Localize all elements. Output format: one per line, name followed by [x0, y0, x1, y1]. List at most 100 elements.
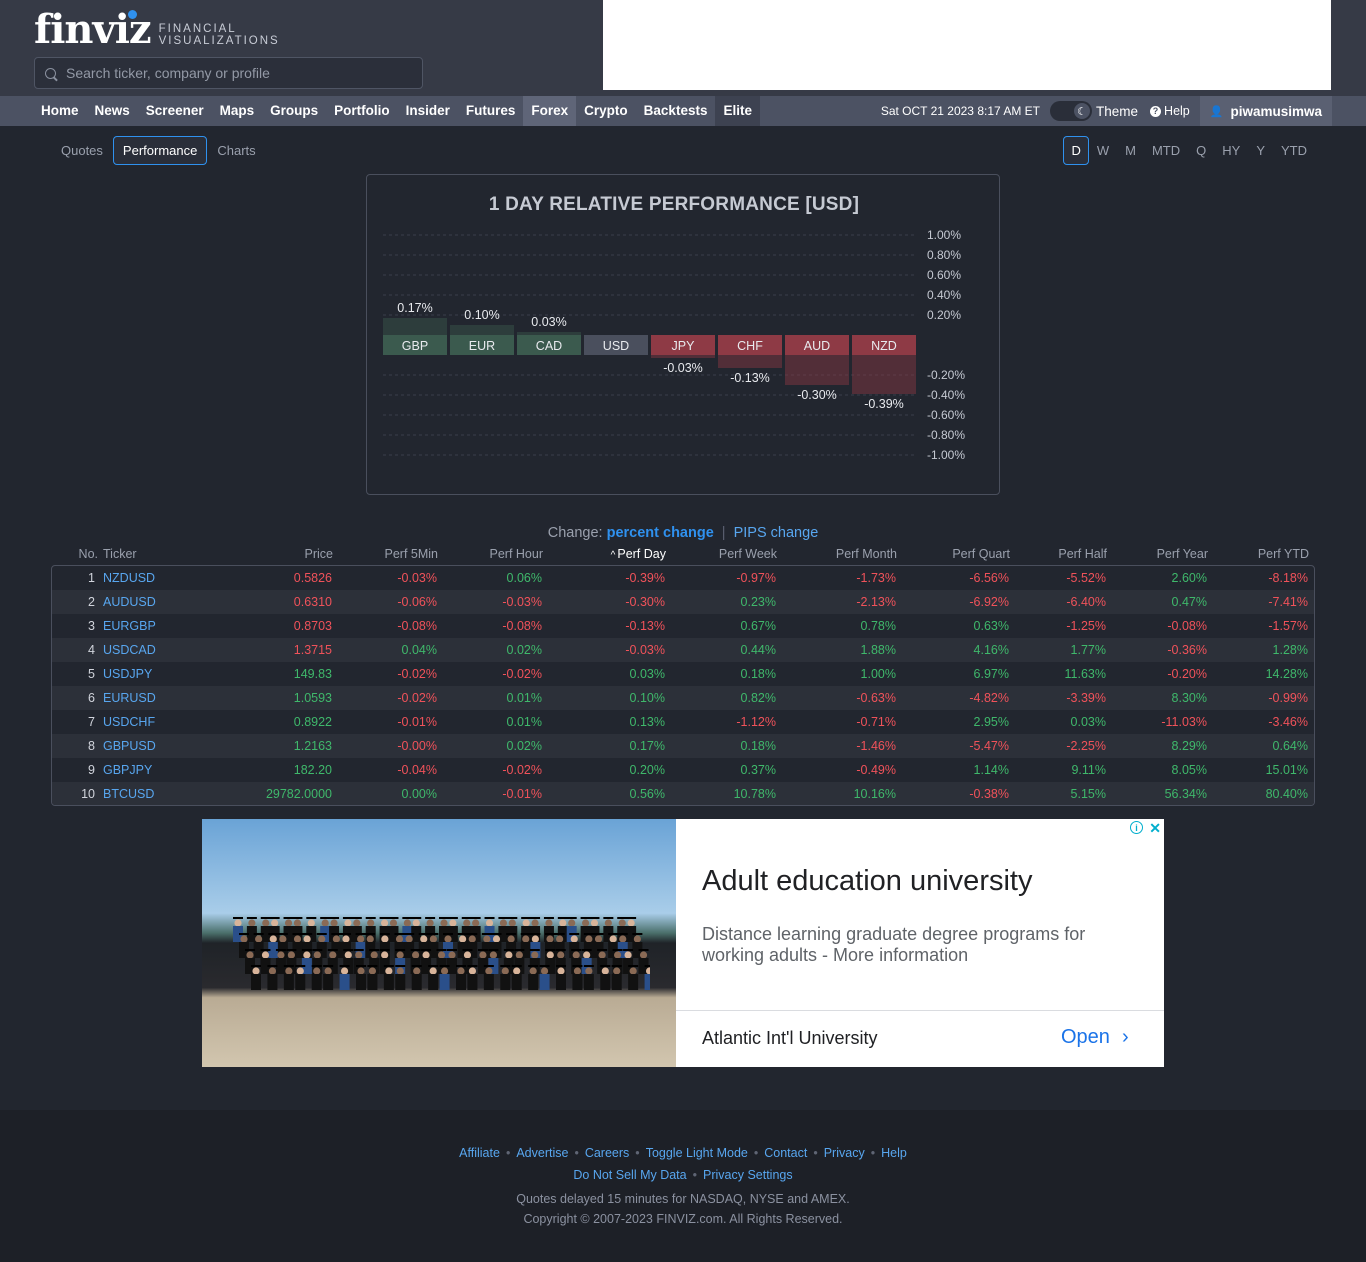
cell-price: 0.6310: [293, 595, 332, 609]
cell-pd: 0.13%: [629, 715, 665, 729]
graduate-head: [546, 951, 554, 959]
nav-item-futures[interactable]: Futures: [458, 96, 524, 126]
graduate-cap: [581, 949, 592, 951]
period-q[interactable]: Q: [1188, 136, 1214, 165]
percent-change-option[interactable]: percent change: [607, 525, 714, 541]
nav-item-groups[interactable]: Groups: [262, 96, 326, 126]
table-row[interactable]: 4 USDCAD 1.3715 0.04% 0.02% -0.03% 0.44% 1.88% 4…: [52, 638, 1314, 662]
period-m[interactable]: M: [1117, 136, 1144, 165]
column-header-perf-week[interactable]: Perf Week: [719, 547, 777, 561]
column-header-perf-half[interactable]: Perf Half: [1058, 547, 1107, 561]
ticker-link[interactable]: EURGBP: [103, 614, 156, 638]
search-input[interactable]: [66, 65, 396, 81]
column-header-perf-ytd[interactable]: Perf YTD: [1258, 547, 1309, 561]
period-d[interactable]: D: [1063, 136, 1089, 165]
column-header-no[interactable]: No.: [79, 547, 98, 561]
finviz-logo[interactable]: finviz FINANCIAL VISUALIZATIONS: [34, 6, 280, 53]
ticker-link[interactable]: NZDUSD: [103, 566, 155, 590]
nav-item-elite[interactable]: Elite: [715, 96, 760, 126]
graduate-cap: [456, 965, 466, 967]
period-ytd[interactable]: YTD: [1273, 136, 1315, 165]
footer-link-help[interactable]: Help: [881, 1146, 907, 1160]
nav-item-home[interactable]: Home: [33, 96, 87, 126]
period-y[interactable]: Y: [1248, 136, 1273, 165]
tab-quotes[interactable]: Quotes: [51, 136, 113, 165]
graduate-cap: [506, 933, 517, 935]
column-header-perf-month[interactable]: Perf Month: [836, 547, 897, 561]
column-header-price[interactable]: Price: [305, 547, 333, 561]
pips-change-option[interactable]: PIPS change: [734, 525, 819, 541]
graduate-head: [340, 967, 349, 975]
tab-performance[interactable]: Performance: [112, 136, 208, 165]
period-mtd[interactable]: MTD: [1144, 136, 1188, 165]
user-menu[interactable]: 👤 piwamusimwa: [1199, 96, 1332, 126]
table-row[interactable]: 5 USDJPY 149.83 -0.02% -0.02% 0.03% 0.18% 1.00%…: [52, 662, 1314, 686]
graduate-cap: [379, 917, 390, 919]
ticker-link[interactable]: USDJPY: [103, 662, 152, 686]
help-link[interactable]: ? Help: [1150, 104, 1190, 118]
footer-link-contact[interactable]: Contact: [764, 1146, 807, 1160]
cell-pw: 0.82%: [740, 691, 776, 705]
ad-photo-graduates[interactable]: [202, 819, 676, 1067]
graduate-cap: [402, 917, 413, 919]
footer-link-affiliate[interactable]: Affiliate: [459, 1146, 500, 1160]
table-row[interactable]: 6 EURUSD 1.0593 -0.02% 0.01% 0.10% 0.82% -0.63%…: [52, 686, 1314, 710]
graduate-head: [381, 935, 389, 943]
table-row[interactable]: 1 NZDUSD 0.5826 -0.03% 0.06% -0.39% -0.97% -1.7…: [52, 566, 1314, 590]
footer-link-privacy-settings[interactable]: Privacy Settings: [703, 1168, 793, 1182]
footer-link-toggle-light-mode[interactable]: Toggle Light Mode: [646, 1146, 748, 1160]
nav-item-portfolio[interactable]: Portfolio: [326, 96, 398, 126]
theme-label[interactable]: Theme: [1096, 104, 1138, 119]
graduate-cap: [617, 933, 628, 935]
nav-item-screener[interactable]: Screener: [138, 96, 212, 126]
ticker-link[interactable]: GBPJPY: [103, 758, 152, 782]
table-row[interactable]: 2 AUDUSD 0.6310 -0.06% -0.03% -0.30% 0.23% -2.1…: [52, 590, 1314, 614]
theme-toggle[interactable]: ☾: [1050, 101, 1093, 121]
period-hy[interactable]: HY: [1214, 136, 1248, 165]
column-header-perf-year[interactable]: Perf Year: [1157, 547, 1208, 561]
graduate-cap: [545, 933, 555, 935]
ad-close-icon[interactable]: ✕: [1149, 820, 1161, 837]
ticker-link[interactable]: BTCUSD: [103, 782, 154, 805]
column-header-perf-hour[interactable]: Perf Hour: [490, 547, 544, 561]
ticker-link[interactable]: AUDUSD: [103, 590, 156, 614]
nav-item-crypto[interactable]: Crypto: [576, 96, 636, 126]
table-row[interactable]: 9 GBPJPY 182.20 -0.04% -0.02% 0.20% 0.37% -0.49…: [52, 758, 1314, 782]
table-row[interactable]: 10 BTCUSD 29782.0000 0.00% -0.01% 0.56% 10.78%…: [52, 782, 1314, 805]
ad-open-button[interactable]: Open ›: [1061, 1026, 1129, 1049]
cell-ph: -0.02%: [502, 667, 542, 681]
ticker-link[interactable]: GBPUSD: [103, 734, 156, 758]
table-row[interactable]: 8 GBPUSD 1.2163 -0.00% 0.02% 0.17% 0.18% -1.46%…: [52, 734, 1314, 758]
nav-item-insider[interactable]: Insider: [398, 96, 458, 126]
nav-item-news[interactable]: News: [87, 96, 138, 126]
ad-info-icon[interactable]: i: [1130, 821, 1143, 834]
nav-item-forex[interactable]: Forex: [523, 96, 577, 126]
nav-item-backtests[interactable]: Backtests: [636, 96, 716, 126]
ad-advertiser[interactable]: Atlantic Int'l University: [702, 1028, 878, 1049]
top-ad-banner[interactable]: [603, 0, 1331, 90]
table-row[interactable]: 3 EURGBP 0.8703 -0.08% -0.08% -0.13% 0.67% 0.78…: [52, 614, 1314, 638]
graduate-head: [426, 919, 434, 927]
footer-link-advertise[interactable]: Advertise: [516, 1146, 568, 1160]
tab-charts[interactable]: Charts: [207, 136, 265, 165]
footer-link-privacy[interactable]: Privacy: [824, 1146, 865, 1160]
table-row[interactable]: 7 USDCHF 0.8922 -0.01% 0.01% 0.13% -1.12% -0.71…: [52, 710, 1314, 734]
ad-description[interactable]: Distance learning graduate degree progra…: [702, 924, 1122, 966]
footer-link-careers[interactable]: Careers: [585, 1146, 629, 1160]
ticker-link[interactable]: USDCAD: [103, 638, 156, 662]
ad-headline[interactable]: Adult education university: [702, 865, 1032, 898]
ticker-link[interactable]: USDCHF: [103, 710, 155, 734]
graduate-cap: [233, 917, 243, 919]
column-header-perf-quart[interactable]: Perf Quart: [952, 547, 1010, 561]
column-header-perf-day[interactable]: ^ Perf Day: [611, 547, 666, 561]
graduate-cap: [583, 965, 594, 967]
search-box[interactable]: [34, 57, 423, 89]
period-w[interactable]: W: [1089, 136, 1117, 165]
column-header-ticker[interactable]: Ticker: [103, 547, 137, 561]
site-header: finviz FINANCIAL VISUALIZATIONS: [0, 0, 1366, 96]
footer-link-do-not-sell-my-data[interactable]: Do Not Sell My Data: [573, 1168, 686, 1182]
ticker-link[interactable]: EURUSD: [103, 686, 156, 710]
nav-item-maps[interactable]: Maps: [212, 96, 263, 126]
ad-banner[interactable]: Adult education university Distance lear…: [202, 819, 1164, 1067]
column-header-perf-5min[interactable]: Perf 5Min: [385, 547, 439, 561]
